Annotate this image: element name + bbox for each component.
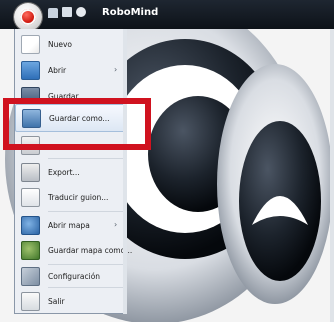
- open-map-icon: [21, 216, 40, 235]
- export-icon: [21, 163, 40, 182]
- translate-icon: [21, 188, 40, 207]
- quick-access-home-icon[interactable]: [48, 8, 58, 18]
- menu-item-label: Nuevo: [48, 40, 73, 49]
- window-title: RoboMind: [102, 7, 159, 18]
- menu-item-label: Traducir guion...: [48, 193, 109, 202]
- menu-item-export[interactable]: Export...: [15, 159, 125, 187]
- title-bar: RoboMind: [0, 0, 334, 31]
- robomind-logo-icon: [20, 9, 36, 25]
- menu-item-label: Export...: [48, 168, 80, 177]
- submenu-arrow-icon: ›: [114, 65, 118, 74]
- settings-icon: [21, 267, 40, 286]
- folder-open-icon: [21, 61, 40, 80]
- quick-access-save-icon[interactable]: [62, 7, 72, 17]
- new-document-icon: [21, 35, 40, 54]
- menu-item-label: Abrir: [48, 66, 67, 75]
- save-map-icon: [21, 241, 40, 260]
- window-right-border: [330, 29, 334, 322]
- exit-icon: [21, 292, 40, 311]
- menu-item-label: Salir: [48, 297, 65, 306]
- menu-item-open[interactable]: Abrir ›: [15, 57, 125, 85]
- highlight-box: [3, 98, 151, 150]
- submenu-arrow-icon: ›: [114, 220, 118, 229]
- application-menu: Nuevo Abrir › Guardar Guardar como... Ex…: [14, 29, 132, 316]
- menu-item-open-map[interactable]: Abrir mapa ›: [15, 212, 125, 240]
- menu-item-exit[interactable]: Salir: [15, 288, 125, 316]
- menu-item-translate-script[interactable]: Traducir guion...: [15, 184, 125, 212]
- quick-access-run-icon[interactable]: [76, 7, 86, 17]
- menu-item-label: Abrir mapa: [48, 221, 90, 230]
- menu-side-strip: [123, 29, 127, 314]
- menu-item-save-map-as[interactable]: Guardar mapa como...: [15, 237, 132, 265]
- menu-item-label: Guardar mapa como...: [48, 246, 133, 255]
- app-menu-button[interactable]: [14, 3, 42, 31]
- menu-item-new[interactable]: Nuevo: [15, 31, 125, 59]
- menu-item-label: Configuración: [48, 272, 101, 281]
